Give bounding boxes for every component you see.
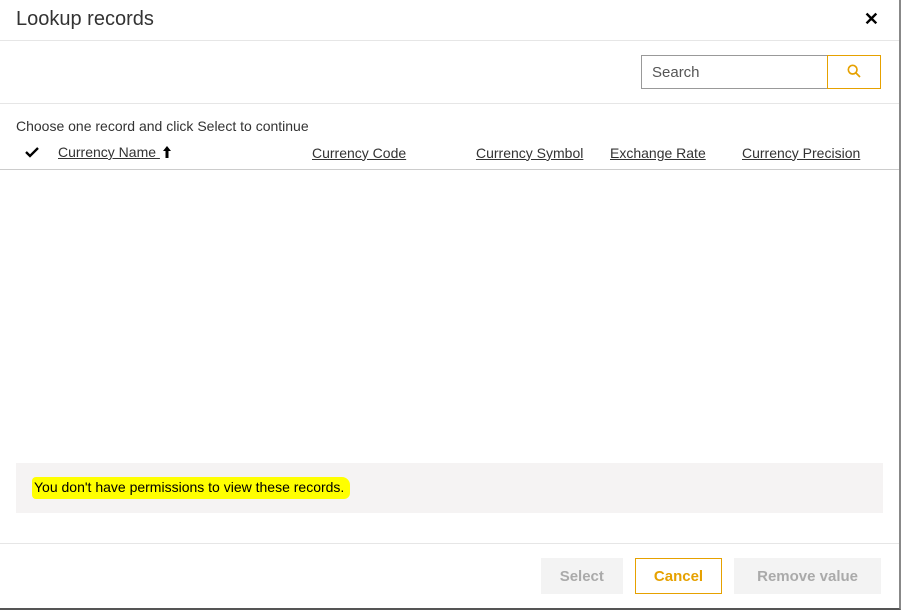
cancel-button[interactable]: Cancel xyxy=(635,558,722,594)
search-row xyxy=(0,41,899,104)
modal-footer: Select Cancel Remove value xyxy=(0,543,899,608)
permission-bar: You don't have permissions to view these… xyxy=(16,463,883,513)
close-icon: ✕ xyxy=(864,9,879,29)
lookup-modal: Lookup records ✕ Choose one record and c… xyxy=(0,0,901,610)
sort-ascending-icon xyxy=(162,145,172,161)
remove-value-button[interactable]: Remove value xyxy=(734,558,881,594)
search-button[interactable] xyxy=(827,55,881,89)
column-label: Currency Name xyxy=(58,144,156,160)
records-body xyxy=(0,170,899,463)
select-button[interactable]: Select xyxy=(541,558,623,594)
modal-title: Lookup records xyxy=(16,8,154,31)
column-currency-code[interactable]: Currency Code xyxy=(312,145,462,161)
modal-header: Lookup records ✕ xyxy=(0,0,899,41)
instruction-text: Choose one record and click Select to co… xyxy=(0,104,899,140)
search-input[interactable] xyxy=(641,55,827,89)
column-currency-name[interactable]: Currency Name xyxy=(58,144,298,161)
column-header-row: Currency Name Currency Code Currency Sym… xyxy=(0,140,899,170)
column-exchange-rate[interactable]: Exchange Rate xyxy=(610,145,728,161)
column-currency-symbol[interactable]: Currency Symbol xyxy=(476,145,596,161)
column-currency-precision[interactable]: Currency Precision xyxy=(742,145,872,161)
select-all-check[interactable] xyxy=(24,145,44,161)
permission-message: You don't have permissions to view these… xyxy=(32,477,350,499)
check-icon xyxy=(24,145,40,161)
close-button[interactable]: ✕ xyxy=(860,6,883,32)
search-wrap xyxy=(641,55,881,89)
search-icon xyxy=(846,63,862,82)
